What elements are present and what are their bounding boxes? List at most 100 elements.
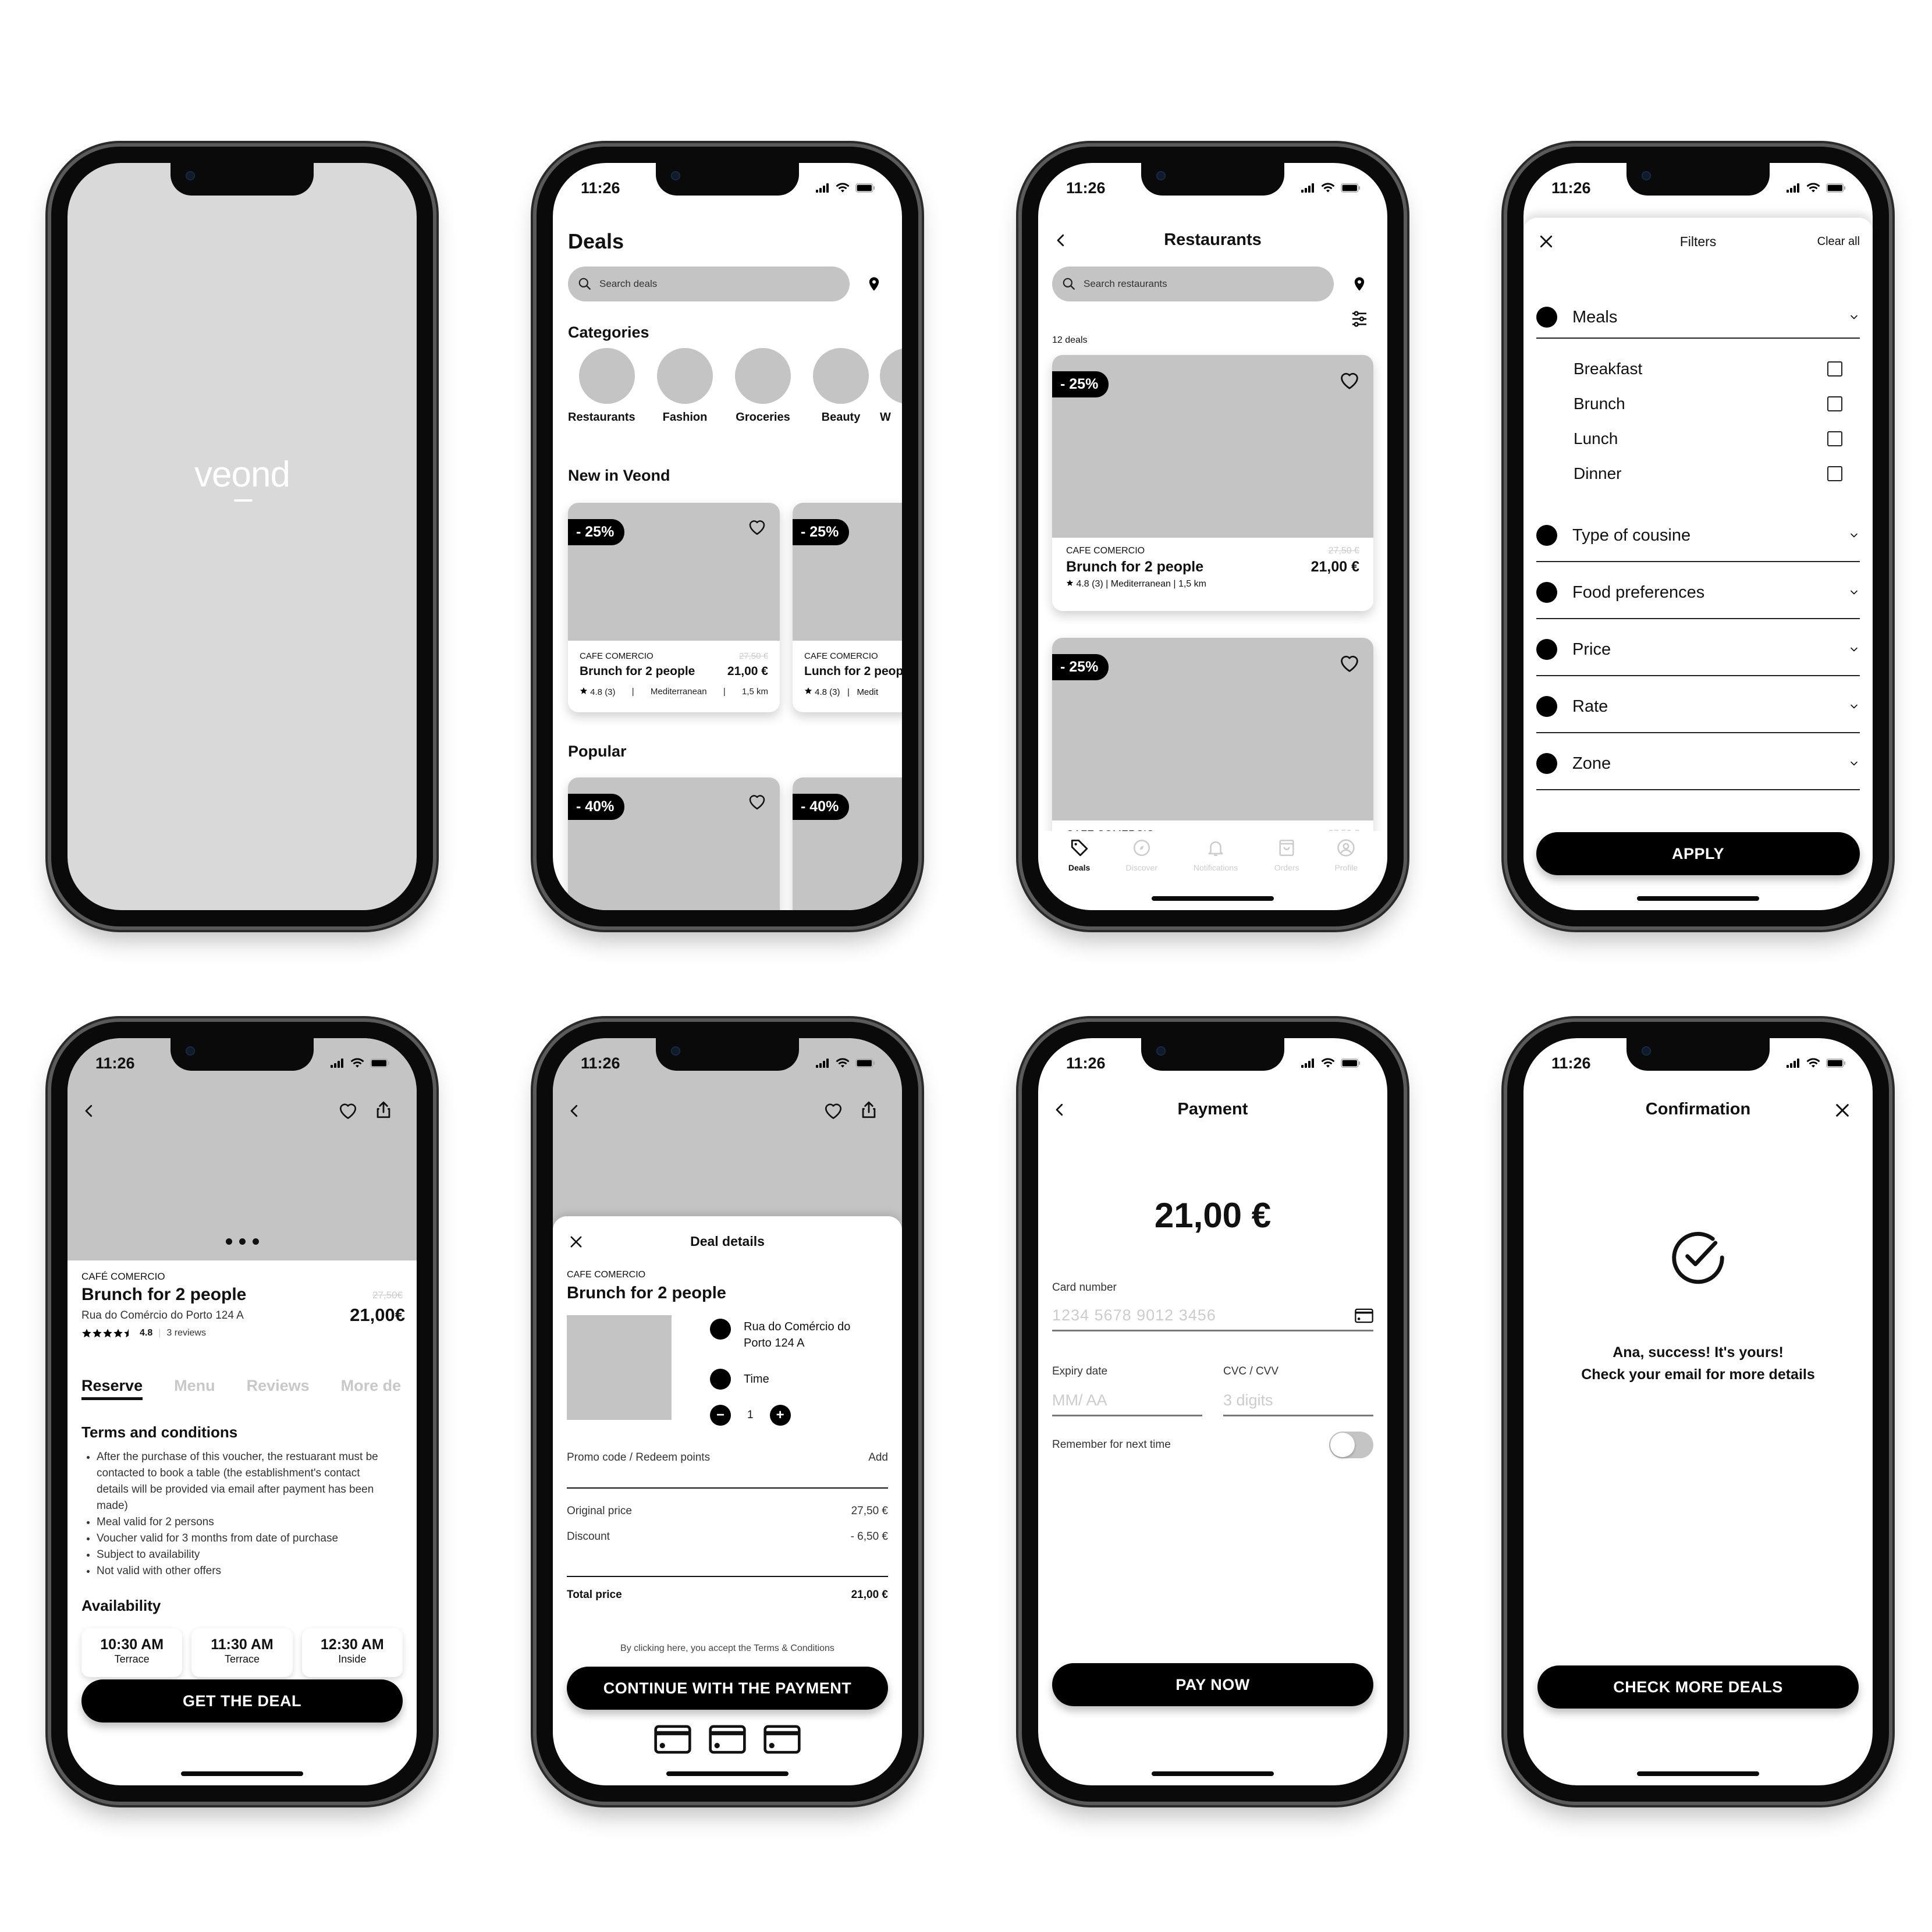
wifi-icon bbox=[836, 183, 850, 193]
check-more-deals-button[interactable]: CHECK MORE DEALS bbox=[1537, 1665, 1859, 1709]
share-icon[interactable] bbox=[859, 1100, 879, 1120]
meal-option-brunch[interactable]: Brunch bbox=[1574, 386, 1842, 421]
phone-restaurants: 11:26 Restaurants Search restaurants 12 … bbox=[1022, 147, 1404, 926]
checkbox[interactable] bbox=[1827, 431, 1842, 446]
time-slot[interactable]: 10:30 AM Terrace bbox=[81, 1628, 183, 1677]
toggle-knob bbox=[1330, 1433, 1355, 1457]
checkbox[interactable] bbox=[1827, 466, 1842, 481]
sheet-title: Deal details bbox=[690, 1234, 765, 1249]
tab-reserve[interactable]: Reserve bbox=[81, 1377, 143, 1400]
chevron-down-icon bbox=[1848, 644, 1860, 655]
search-placeholder: Search deals bbox=[599, 278, 658, 289]
promo-row[interactable]: Promo code / Redeem points Add bbox=[567, 1451, 888, 1489]
payment-methods bbox=[553, 1725, 902, 1754]
heart-icon[interactable] bbox=[823, 1100, 844, 1121]
close-icon[interactable] bbox=[1833, 1101, 1852, 1120]
signal-icon bbox=[1787, 1059, 1800, 1068]
filter-sliders-icon[interactable] bbox=[1350, 310, 1369, 328]
tab-deals[interactable]: Deals bbox=[1059, 838, 1100, 910]
category-beauty[interactable]: Beauty bbox=[802, 348, 880, 424]
tab-reviews[interactable]: Reviews bbox=[247, 1377, 310, 1400]
credit-card-icon[interactable] bbox=[654, 1725, 691, 1754]
deal-card[interactable]: - 25% CAFE COMERCIO 27,50 € Brunch for 2 … bbox=[568, 503, 780, 712]
increment-button[interactable]: + bbox=[769, 1405, 791, 1426]
deal-card[interactable]: - 25% CAFE COMERCIO Lunch for 2 people 4… bbox=[793, 503, 902, 712]
deal-details-screen: 11:26 Deal details CAFE COMERCIO Brunch … bbox=[553, 1038, 902, 1785]
time-row[interactable]: Time bbox=[710, 1369, 769, 1390]
tab-menu[interactable]: Menu bbox=[174, 1377, 215, 1400]
filter-section[interactable]: Zone bbox=[1536, 733, 1860, 790]
address-row: Rua do Comércio do Porto 124 A bbox=[710, 1319, 878, 1351]
home-indicator bbox=[181, 1771, 303, 1776]
wifi-icon bbox=[836, 1058, 850, 1068]
credit-card-icon[interactable] bbox=[763, 1725, 801, 1754]
time-slot[interactable]: 11:30 AM Terrace bbox=[191, 1628, 293, 1677]
bullet-icon bbox=[1536, 753, 1557, 774]
restaurant-deal-card[interactable]: - 25% CAFE COMERCIO 27,50 € Brunch for 2 … bbox=[1052, 355, 1373, 611]
time-slot[interactable]: 12:30 AM Inside bbox=[301, 1628, 403, 1677]
popular-card[interactable]: - 40% bbox=[793, 777, 902, 910]
filter-section[interactable]: Price bbox=[1536, 619, 1860, 676]
clear-all-link[interactable]: Clear all bbox=[1817, 235, 1860, 248]
old-price: 27,50 € bbox=[738, 651, 768, 661]
home-indicator bbox=[1637, 1771, 1759, 1776]
carousel-dots[interactable] bbox=[68, 1238, 417, 1245]
checkbox[interactable] bbox=[1827, 361, 1842, 377]
get-deal-button[interactable]: GET THE DEAL bbox=[81, 1679, 403, 1723]
continue-payment-button[interactable]: CONTINUE WITH THE PAYMENT bbox=[567, 1667, 888, 1710]
deal-name: Brunch for 2 people bbox=[1066, 559, 1204, 575]
search-input[interactable]: Search deals bbox=[568, 267, 850, 301]
discount-row: Discount - 6,50 € bbox=[567, 1530, 888, 1577]
credit-card-icon[interactable] bbox=[709, 1725, 746, 1754]
heart-icon[interactable] bbox=[747, 791, 767, 811]
home-indicator bbox=[1637, 896, 1759, 901]
popular-card[interactable]: - 40% bbox=[568, 777, 780, 910]
time-bullet-icon bbox=[710, 1369, 731, 1390]
share-icon[interactable] bbox=[374, 1100, 393, 1120]
pay-now-button[interactable]: PAY NOW bbox=[1052, 1663, 1373, 1706]
heart-icon[interactable] bbox=[338, 1100, 358, 1121]
app-logo: veond bbox=[194, 454, 290, 495]
meal-option-breakfast[interactable]: Breakfast bbox=[1574, 351, 1842, 386]
deals-screen: 11:26 Deals Search deals Categories Rest… bbox=[553, 163, 902, 910]
back-icon[interactable] bbox=[80, 1102, 98, 1120]
decrement-button[interactable]: − bbox=[710, 1405, 731, 1426]
signal-icon bbox=[816, 183, 830, 193]
filter-section-meals[interactable]: Meals bbox=[1536, 297, 1860, 339]
add-promo-link[interactable]: Add bbox=[868, 1451, 888, 1487]
page-title: Confirmation bbox=[1645, 1100, 1751, 1118]
deal-address: Rua do Comércio do Porto 124 A bbox=[81, 1309, 244, 1322]
card-number-label: Card number bbox=[1052, 1281, 1117, 1294]
checkbox[interactable] bbox=[1827, 396, 1842, 411]
filter-section[interactable]: Food preferences bbox=[1536, 562, 1860, 619]
category-more[interactable]: W bbox=[880, 348, 902, 424]
card-number-input[interactable]: 1234 5678 9012 3456 bbox=[1052, 1301, 1373, 1331]
location-pin-icon[interactable] bbox=[866, 276, 882, 292]
compass-icon bbox=[1133, 839, 1150, 857]
search-input[interactable]: Search restaurants bbox=[1052, 267, 1334, 301]
cvc-input[interactable]: 3 digits bbox=[1223, 1387, 1373, 1416]
back-icon[interactable] bbox=[566, 1102, 583, 1120]
phone-confirmation: 11:26 Confirmation Ana, success! It's yo… bbox=[1507, 1022, 1889, 1802]
status-time: 11:26 bbox=[1066, 179, 1106, 197]
remember-toggle[interactable] bbox=[1329, 1432, 1373, 1458]
tab-profile[interactable]: Profile bbox=[1326, 838, 1366, 910]
expiry-input[interactable]: MM/ AA bbox=[1052, 1387, 1202, 1416]
phone-splash: veond bbox=[51, 147, 433, 926]
terms-note[interactable]: By clicking here, you accept the Terms &… bbox=[553, 1643, 902, 1654]
apply-button[interactable]: APPLY bbox=[1536, 832, 1860, 875]
heart-icon[interactable] bbox=[1338, 369, 1361, 391]
heart-icon[interactable] bbox=[747, 517, 767, 537]
category-fashion[interactable]: Fashion bbox=[646, 348, 724, 424]
tab-more-details[interactable]: More de bbox=[341, 1377, 402, 1400]
heart-icon[interactable] bbox=[1338, 652, 1361, 674]
battery-icon bbox=[1341, 1059, 1361, 1068]
category-groceries[interactable]: Groceries bbox=[724, 348, 802, 424]
category-restaurants[interactable]: Restaurants bbox=[568, 348, 646, 424]
meal-option-dinner[interactable]: Dinner bbox=[1574, 456, 1842, 491]
filter-section[interactable]: Type of cousine bbox=[1536, 505, 1860, 562]
meal-option-lunch[interactable]: Lunch bbox=[1574, 421, 1842, 456]
filter-section[interactable]: Rate bbox=[1536, 676, 1860, 733]
location-pin-icon[interactable] bbox=[1351, 276, 1368, 292]
page-title: Restaurants bbox=[1164, 230, 1262, 249]
